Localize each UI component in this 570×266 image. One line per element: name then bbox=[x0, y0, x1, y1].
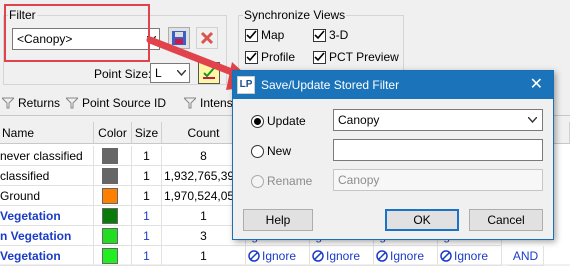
and-operator-cell[interactable]: AND bbox=[508, 246, 544, 266]
ignore-cell[interactable]: Ignore bbox=[374, 246, 438, 266]
point-size-label: Point Size: bbox=[94, 67, 152, 81]
sync-pct-label: PCT Preview bbox=[329, 50, 399, 64]
filter-highlight-box bbox=[4, 4, 150, 62]
ignore-icon bbox=[376, 250, 388, 262]
ignore-icon bbox=[248, 250, 260, 262]
dialog-title-bar[interactable]: LP Save/Update Stored Filter ✕ bbox=[233, 71, 553, 99]
ignore-icon bbox=[312, 250, 324, 262]
tab-returns[interactable]: Returns bbox=[2, 96, 60, 110]
rename-filter-input: Canopy bbox=[333, 169, 543, 191]
sync-group-title: Synchronize Views bbox=[243, 8, 347, 22]
table-row-color[interactable] bbox=[94, 146, 132, 166]
color-swatch bbox=[102, 148, 118, 164]
sync-profile-label: Profile bbox=[261, 50, 296, 64]
table-row-name[interactable]: n Vegetation bbox=[0, 226, 94, 246]
table-row-size[interactable]: 1 bbox=[132, 206, 162, 226]
ignore-label: Ignore bbox=[390, 249, 425, 263]
sync-pct-checkbox[interactable]: PCT Preview bbox=[313, 50, 399, 64]
table-row-size[interactable]: 1 bbox=[132, 166, 162, 186]
funnel-icon bbox=[184, 97, 196, 109]
chevron-down-icon[interactable] bbox=[524, 110, 540, 130]
funnel-icon bbox=[2, 97, 14, 109]
update-filter-value: Canopy bbox=[338, 113, 380, 127]
table-row-color[interactable] bbox=[94, 206, 132, 226]
table-row-name[interactable]: Vegetation bbox=[0, 206, 94, 226]
update-radio-label: Update bbox=[267, 114, 306, 128]
funnel-icon bbox=[66, 97, 78, 109]
table-row-name[interactable]: classified bbox=[0, 166, 94, 186]
check-icon bbox=[313, 28, 326, 42]
table-row-size[interactable]: 1 bbox=[132, 186, 162, 206]
col-header-name[interactable]: Name bbox=[0, 122, 94, 144]
color-swatch bbox=[102, 228, 118, 244]
table-row-name[interactable]: Vegetation bbox=[0, 246, 94, 266]
ignore-label: Ignore bbox=[326, 249, 361, 263]
color-swatch bbox=[102, 188, 118, 204]
new-radio[interactable]: New bbox=[251, 144, 291, 158]
new-filter-name-input[interactable] bbox=[333, 139, 543, 161]
tab-intensity-label: Intensi bbox=[200, 96, 236, 110]
radio-empty-icon bbox=[251, 144, 264, 158]
ignore-cell[interactable]: Ignore bbox=[246, 246, 310, 266]
table-row-color[interactable] bbox=[94, 226, 132, 246]
rename-radio-label: Rename bbox=[267, 174, 313, 188]
new-radio-label: New bbox=[267, 144, 292, 158]
dialog-title: Save/Update Stored Filter bbox=[261, 78, 400, 92]
color-swatch bbox=[102, 248, 118, 264]
update-filter-select[interactable]: Canopy bbox=[333, 109, 543, 131]
table-row-color[interactable] bbox=[94, 186, 132, 206]
sync-3d-checkbox[interactable]: 3-D bbox=[313, 28, 348, 42]
radio-selected-icon bbox=[251, 114, 264, 128]
color-swatch bbox=[102, 208, 118, 224]
table-row-color[interactable] bbox=[94, 166, 132, 186]
table-row-name[interactable]: never classified bbox=[0, 146, 94, 166]
table-row-color[interactable] bbox=[94, 246, 132, 266]
table-row-size[interactable]: 1 bbox=[132, 246, 162, 266]
col-header-size[interactable]: Size bbox=[132, 122, 162, 144]
color-swatch bbox=[102, 168, 118, 184]
ignore-cell[interactable]: Ignore bbox=[438, 246, 502, 266]
table-row-size[interactable]: 1 bbox=[132, 146, 162, 166]
ignore-label: Ignore bbox=[454, 249, 489, 263]
ignore-label: Ignore bbox=[262, 249, 297, 263]
tab-point-source-id[interactable]: Point Source ID bbox=[66, 96, 166, 110]
ignore-cell[interactable]: Ignore bbox=[310, 246, 374, 266]
update-radio[interactable]: Update bbox=[251, 114, 306, 128]
tab-returns-label: Returns bbox=[18, 96, 61, 110]
col-header-color[interactable]: Color bbox=[94, 122, 132, 144]
ignore-icon bbox=[440, 250, 452, 262]
tab-point-source-id-label: Point Source ID bbox=[82, 96, 167, 110]
tab-intensity[interactable]: Intensi bbox=[184, 96, 235, 110]
table-row-size[interactable]: 1 bbox=[132, 226, 162, 246]
cancel-button[interactable]: Cancel bbox=[469, 209, 543, 231]
radio-disabled-icon bbox=[251, 174, 264, 188]
ok-button[interactable]: OK bbox=[385, 209, 459, 231]
sync-3d-label: 3-D bbox=[329, 28, 349, 42]
app-logo-icon: LP bbox=[237, 76, 255, 94]
help-button[interactable]: Help bbox=[243, 209, 313, 231]
table-row-count: 1 bbox=[162, 246, 246, 266]
table-row-name[interactable]: Ground bbox=[0, 186, 94, 206]
close-icon[interactable]: ✕ bbox=[530, 71, 543, 99]
rename-radio: Rename bbox=[251, 174, 312, 188]
check-icon bbox=[313, 50, 326, 64]
save-update-filter-dialog: LP Save/Update Stored Filter ✕ Update Ca… bbox=[232, 70, 554, 240]
